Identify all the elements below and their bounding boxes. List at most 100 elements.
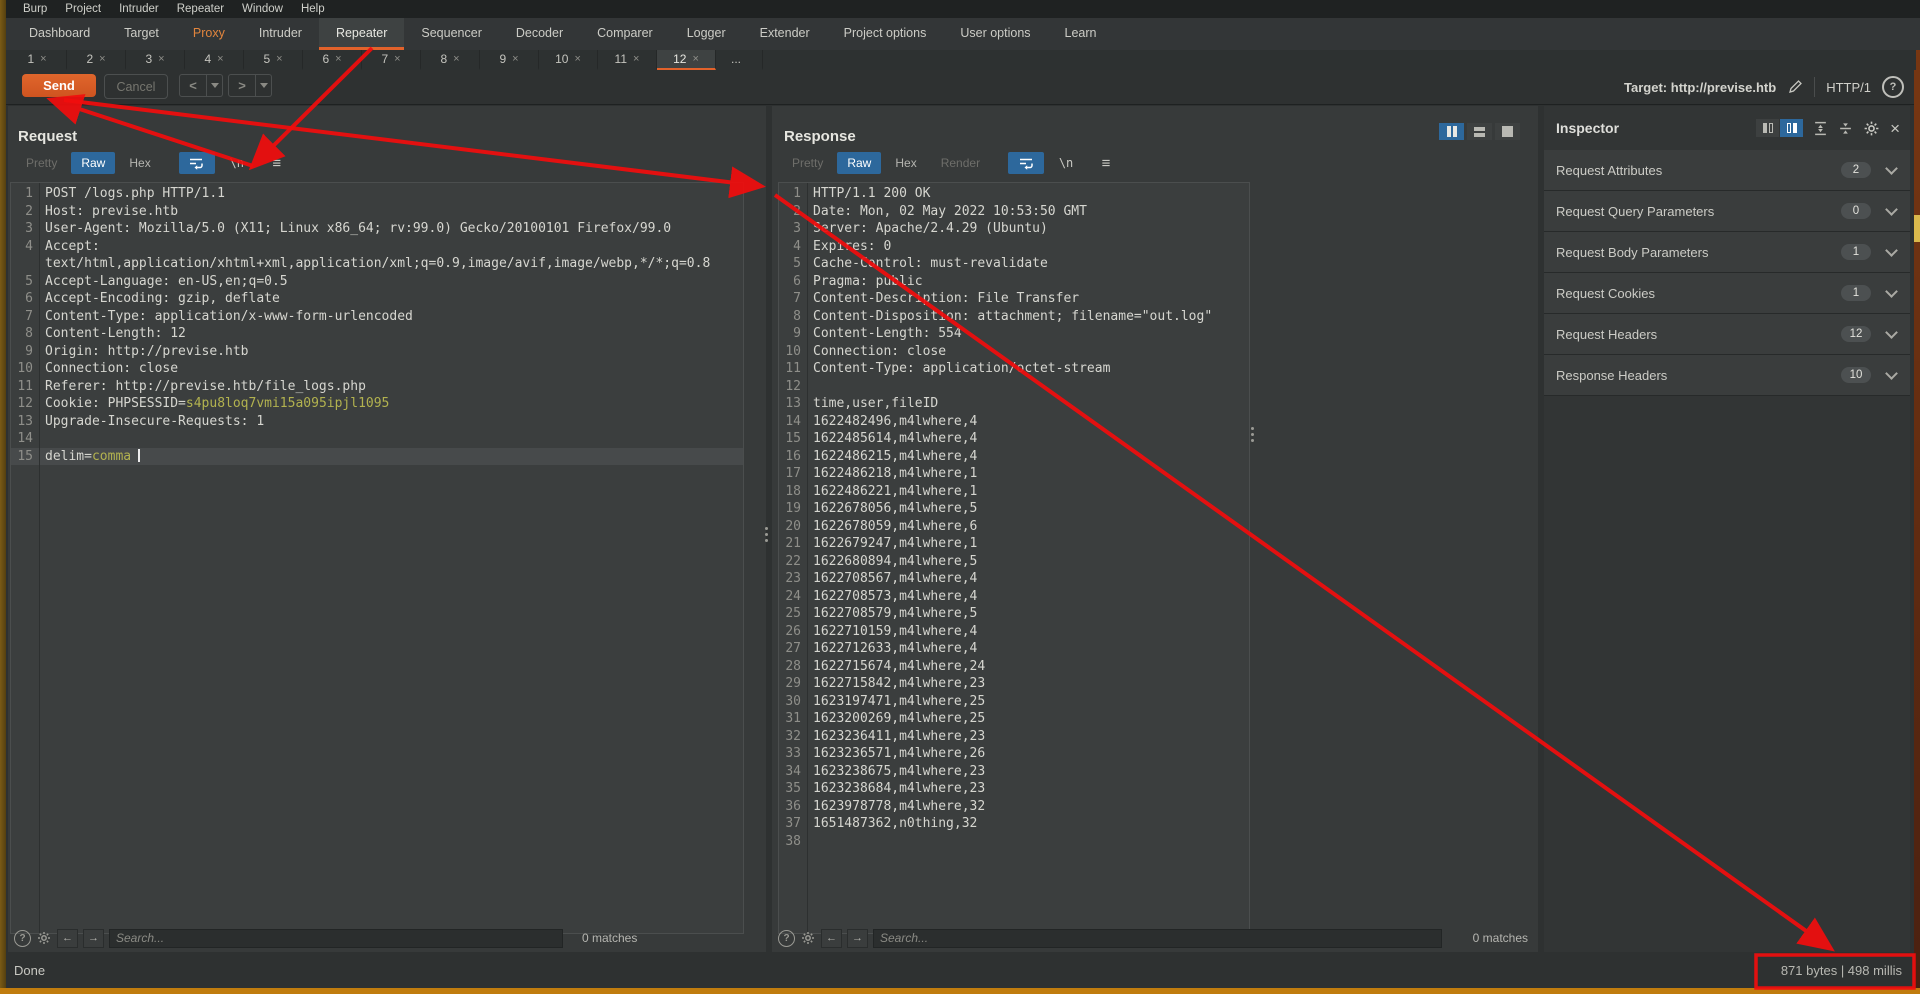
search-help-icon[interactable]: ? [778, 930, 795, 947]
history-back-dropdown[interactable] [207, 74, 223, 97]
layout-single-icon[interactable] [1495, 123, 1520, 140]
show-newlines-icon[interactable]: \n [1048, 152, 1084, 174]
layout-rows-icon[interactable] [1467, 123, 1492, 140]
repeater-tab[interactable]: 1× [8, 50, 67, 70]
repeater-tab[interactable]: 8× [421, 50, 480, 70]
search-help-icon[interactable]: ? [14, 930, 31, 947]
tab-close-icon[interactable]: × [692, 53, 698, 65]
tab-close-icon[interactable]: × [217, 53, 223, 65]
menu-item[interactable]: Intruder [110, 0, 168, 18]
response-editor[interactable]: 1HTTP/1.1 200 OK 2Date: Mon, 02 May 2022… [778, 182, 1250, 934]
repeater-tab[interactable]: 6× [303, 50, 362, 70]
repeater-tab[interactable]: 7× [362, 50, 421, 70]
main-tab[interactable]: Decoder [499, 18, 580, 50]
main-tab[interactable]: Intruder [242, 18, 319, 50]
search-prev-icon[interactable]: ← [57, 929, 78, 948]
view-tab[interactable]: Raw [71, 152, 115, 174]
search-settings-gear-icon[interactable] [800, 930, 816, 946]
view-tab[interactable]: Hex [119, 152, 160, 174]
menu-item[interactable]: Burp [14, 0, 56, 18]
search-prev-icon[interactable]: ← [821, 929, 842, 948]
tab-close-icon[interactable]: × [453, 53, 459, 65]
inspector-settings-gear-icon[interactable] [1863, 120, 1880, 137]
main-tab[interactable]: Learn [1048, 18, 1114, 50]
search-next-icon[interactable]: → [83, 929, 104, 948]
inspector-section-header[interactable]: Request Cookies 1 [1544, 273, 1910, 314]
line-number: 3 [11, 220, 33, 238]
history-forward-dropdown[interactable] [256, 74, 272, 97]
view-tab[interactable]: Pretty [16, 152, 67, 174]
menu-item[interactable]: Help [292, 0, 334, 18]
inspector-section-header[interactable]: Request Headers 12 [1544, 314, 1910, 355]
repeater-tab[interactable]: 5× [244, 50, 303, 70]
word-wrap-icon[interactable] [179, 152, 215, 174]
view-tab[interactable]: Raw [837, 152, 881, 174]
editor-menu-icon[interactable]: ≡ [259, 152, 295, 174]
menu-item[interactable]: Repeater [168, 0, 233, 18]
main-tab[interactable]: Logger [670, 18, 743, 50]
dock-left-icon[interactable] [1756, 119, 1779, 137]
main-tab[interactable]: Proxy [176, 18, 242, 50]
inspector-section-header[interactable]: Request Query Parameters 0 [1544, 191, 1910, 232]
main-tab[interactable]: Dashboard [12, 18, 107, 50]
editor-splitter-handle[interactable] [1251, 427, 1254, 442]
search-input[interactable] [873, 929, 1442, 948]
history-back-button[interactable]: < [179, 74, 207, 97]
section-label: Request Body Parameters [1556, 245, 1708, 260]
view-tab[interactable]: Render [931, 152, 990, 174]
main-tab[interactable]: Comparer [580, 18, 670, 50]
repeater-tab[interactable]: 4× [185, 50, 244, 70]
main-tab[interactable]: Project options [827, 18, 944, 50]
main-tab[interactable]: Repeater [319, 18, 404, 50]
help-icon[interactable]: ? [1882, 76, 1904, 98]
main-tab[interactable]: Extender [743, 18, 827, 50]
repeater-tab[interactable]: 2× [67, 50, 126, 70]
collapse-all-icon[interactable] [1838, 121, 1853, 136]
main-tab[interactable]: Sequencer [404, 18, 498, 50]
repeater-tab[interactable]: 10× [539, 50, 598, 70]
view-tab[interactable]: Pretty [782, 152, 833, 174]
repeater-tab[interactable]: 3× [126, 50, 185, 70]
show-newlines-icon[interactable]: \n [219, 152, 255, 174]
tab-close-icon[interactable]: × [512, 53, 518, 65]
tab-close-icon[interactable]: × [394, 53, 400, 65]
history-back-group: < [179, 74, 223, 97]
request-line: 10Connection: close [11, 360, 743, 378]
main-tab[interactable]: User options [943, 18, 1047, 50]
close-icon[interactable]: × [1890, 120, 1900, 137]
tab-close-icon[interactable]: × [633, 53, 639, 65]
search-input[interactable] [109, 929, 563, 948]
tab-close-icon[interactable]: × [99, 53, 105, 65]
edit-target-icon[interactable] [1787, 79, 1803, 95]
main-tab[interactable]: Target [107, 18, 176, 50]
repeater-tab[interactable]: 12× [657, 50, 716, 70]
send-button[interactable]: Send [22, 74, 96, 97]
expand-all-icon[interactable] [1813, 121, 1828, 136]
cancel-button[interactable]: Cancel [104, 74, 168, 99]
search-settings-gear-icon[interactable] [36, 930, 52, 946]
request-editor[interactable]: 1POST /logs.php HTTP/1.1 2Host: previse.… [10, 182, 744, 934]
tab-close-icon[interactable]: × [40, 53, 46, 65]
repeater-tab[interactable]: 9× [480, 50, 539, 70]
tab-close-icon[interactable]: × [574, 53, 580, 65]
tab-close-icon[interactable]: × [335, 53, 341, 65]
tab-close-icon[interactable]: × [276, 53, 282, 65]
editor-menu-icon[interactable]: ≡ [1088, 152, 1124, 174]
panel-splitter-handle[interactable] [765, 527, 768, 542]
repeater-tab[interactable]: 11× [598, 50, 657, 70]
response-line: 12 [779, 378, 1249, 396]
inspector-section-header[interactable]: Request Attributes 2 [1544, 150, 1910, 191]
inspector-section-header[interactable]: Request Body Parameters 1 [1544, 232, 1910, 273]
tab-close-icon[interactable]: × [158, 53, 164, 65]
menu-item[interactable]: Window [233, 0, 292, 18]
layout-columns-icon[interactable] [1439, 123, 1464, 140]
request-search-bar: ? ← → 0 matches [8, 926, 772, 950]
menu-item[interactable]: Project [56, 0, 110, 18]
word-wrap-icon[interactable] [1008, 152, 1044, 174]
inspector-section-header[interactable]: Response Headers 10 [1544, 355, 1910, 396]
history-forward-button[interactable]: > [228, 74, 256, 97]
search-next-icon[interactable]: → [847, 929, 868, 948]
repeater-tab[interactable]: ... [716, 50, 763, 70]
view-tab[interactable]: Hex [885, 152, 926, 174]
dock-right-icon[interactable] [1780, 119, 1803, 137]
